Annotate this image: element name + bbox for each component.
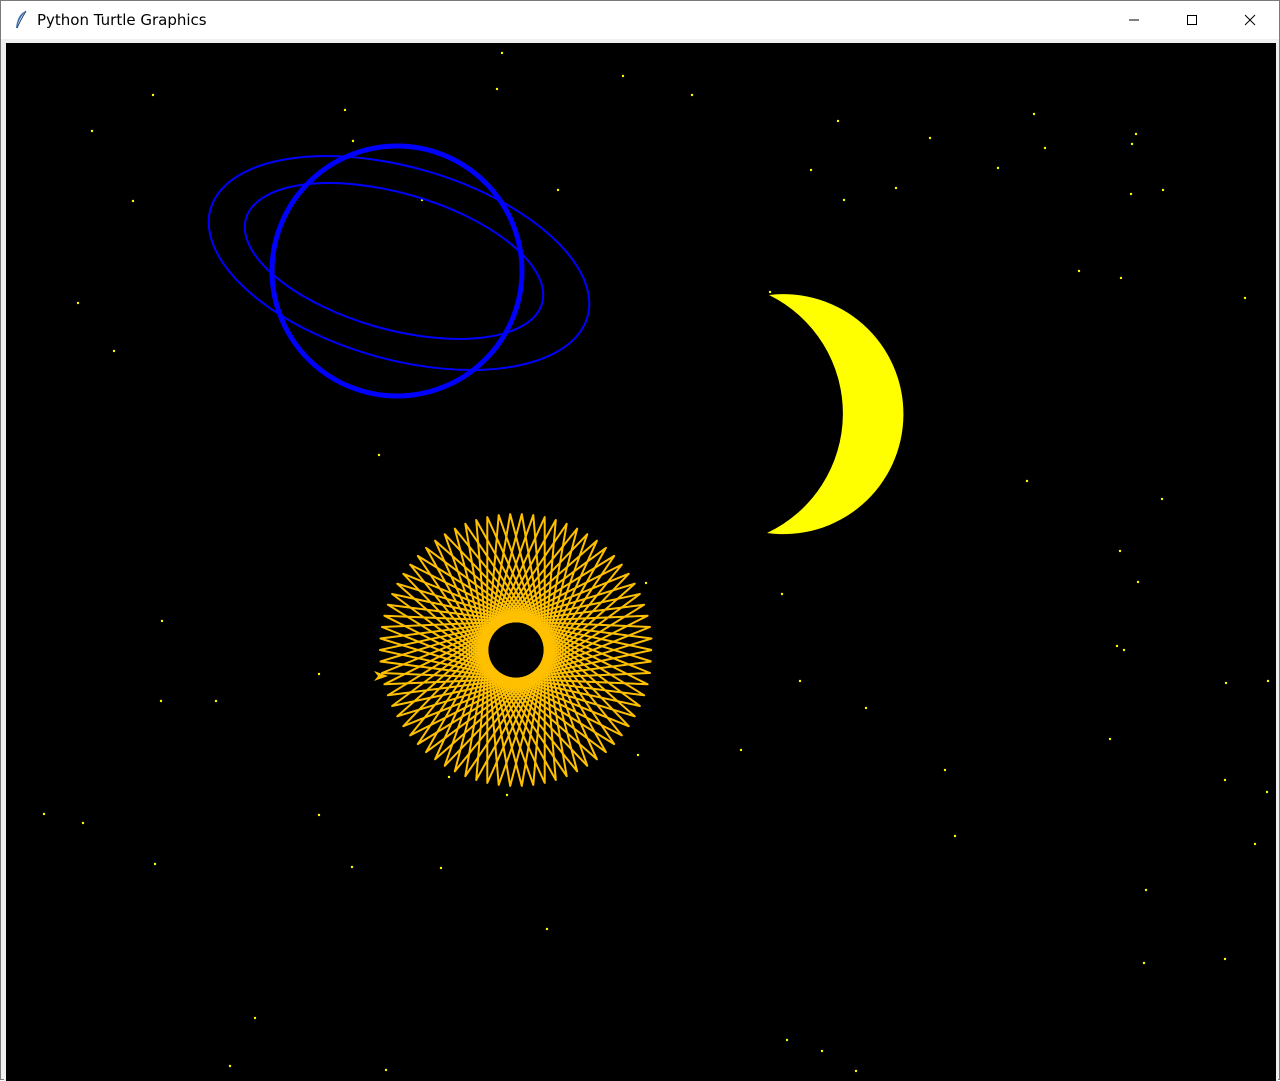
star — [500, 51, 504, 55]
star — [1223, 957, 1227, 961]
star — [556, 188, 560, 192]
star — [377, 453, 381, 457]
star — [1266, 679, 1270, 683]
planet-ring-outer — [207, 155, 591, 371]
star — [854, 1069, 858, 1073]
star — [1032, 112, 1036, 116]
star — [317, 813, 321, 817]
star — [1108, 737, 1112, 741]
star — [1243, 296, 1247, 300]
minimize-button[interactable] — [1105, 1, 1163, 39]
star — [798, 679, 802, 683]
star — [42, 812, 46, 816]
star — [1253, 842, 1257, 846]
maximize-icon — [1187, 15, 1197, 25]
star — [545, 927, 549, 931]
star — [836, 119, 840, 123]
star — [384, 1068, 388, 1072]
star — [76, 301, 80, 305]
drawing-surface — [42, 51, 1270, 1073]
star — [1161, 188, 1165, 192]
star — [1077, 269, 1081, 273]
turtle-window: Python Turtle Graphics — [0, 0, 1280, 1081]
star — [153, 862, 157, 866]
feather-icon — [13, 10, 29, 30]
star — [780, 592, 784, 596]
spirograph-drawing — [379, 513, 653, 787]
star — [953, 834, 957, 838]
star — [151, 93, 155, 97]
planet-ring-inner — [243, 182, 545, 340]
window-title: Python Turtle Graphics — [37, 11, 207, 29]
star — [690, 93, 694, 97]
star — [1265, 790, 1269, 794]
star — [131, 199, 135, 203]
star — [81, 821, 85, 825]
star — [768, 290, 772, 294]
turtle-canvas[interactable] — [6, 43, 1276, 1081]
star — [253, 1016, 257, 1020]
star — [1130, 142, 1134, 146]
star — [90, 129, 94, 133]
star — [1142, 961, 1146, 965]
canvas-frame — [4, 41, 1278, 1081]
star — [636, 753, 640, 757]
star — [1118, 549, 1122, 553]
star — [228, 1064, 232, 1068]
star — [1122, 648, 1126, 652]
close-icon — [1244, 14, 1256, 26]
star — [317, 672, 321, 676]
star — [809, 168, 813, 172]
star — [1025, 479, 1029, 483]
star — [785, 1038, 789, 1042]
star — [943, 768, 947, 772]
star — [112, 349, 116, 353]
star — [739, 748, 743, 752]
star — [439, 866, 443, 870]
moon-drawing — [767, 294, 904, 535]
star — [1129, 192, 1133, 196]
star — [159, 699, 163, 703]
star — [1160, 497, 1164, 501]
star — [996, 166, 1000, 170]
star — [160, 619, 164, 623]
star — [447, 775, 451, 779]
star — [621, 74, 625, 78]
star — [842, 198, 846, 202]
star — [343, 108, 347, 112]
star — [820, 1049, 824, 1053]
star — [1043, 146, 1047, 150]
star — [350, 865, 354, 869]
star — [1136, 580, 1140, 584]
star — [1144, 888, 1148, 892]
close-button[interactable] — [1221, 1, 1279, 39]
star — [351, 139, 355, 143]
title-bar[interactable]: Python Turtle Graphics — [1, 1, 1279, 39]
star — [1223, 778, 1227, 782]
star — [495, 87, 499, 91]
star — [505, 793, 509, 797]
star — [894, 186, 898, 190]
star — [644, 581, 648, 585]
star-field — [42, 51, 1270, 1073]
star — [864, 706, 868, 710]
star — [214, 699, 218, 703]
crescent-moon — [767, 294, 904, 535]
minimize-icon — [1129, 19, 1139, 21]
planet-drawing — [207, 143, 591, 399]
window-controls — [1105, 1, 1279, 39]
star — [928, 136, 932, 140]
star — [1119, 276, 1123, 280]
star — [1224, 681, 1228, 685]
star — [1115, 644, 1119, 648]
star — [1134, 132, 1138, 136]
maximize-button[interactable] — [1163, 1, 1221, 39]
